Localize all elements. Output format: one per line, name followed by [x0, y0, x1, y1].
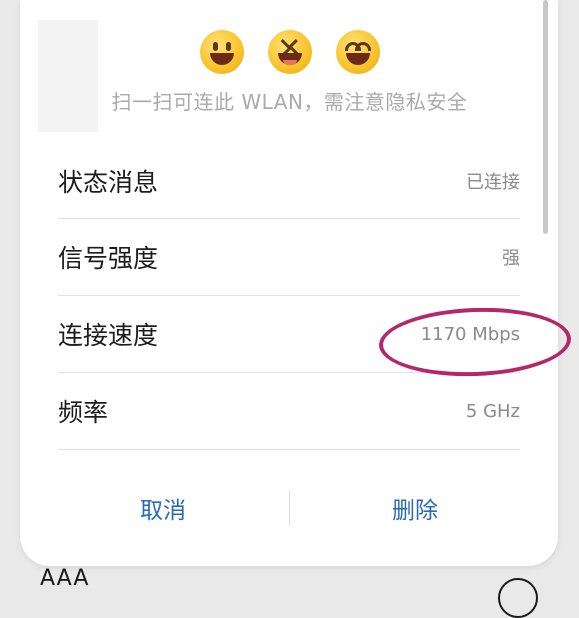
cancel-button[interactable]: 取消 [40, 486, 286, 530]
background-radio-icon [498, 578, 538, 618]
detail-label: 连接速度 [58, 321, 159, 350]
smiling-face-icon [336, 30, 380, 74]
detail-label: 状态消息 [58, 168, 159, 197]
grinning-face-icon [200, 30, 244, 74]
delete-button[interactable]: 删除 [292, 486, 538, 530]
detail-value: 已连接 [466, 172, 520, 193]
detail-value: 强 [502, 248, 520, 269]
emoji-row [200, 30, 380, 78]
divider [58, 449, 520, 450]
detail-row-frequency: 频率 5 GHz [58, 373, 520, 449]
privacy-notice: 扫一扫可连此 WLAN，需注意隐私安全 [111, 90, 468, 114]
button-separator [289, 490, 290, 526]
qr-code-placeholder [38, 20, 98, 132]
scrollbar[interactable] [543, 0, 548, 234]
detail-label: 频率 [58, 398, 109, 427]
detail-row-signal: 信号强度 强 [58, 219, 520, 295]
detail-row-status: 状态消息 已连接 [58, 143, 520, 219]
detail-value: 5 GHz [465, 400, 520, 422]
background-list-item-title: AAA [40, 566, 90, 591]
squinting-laughing-face-icon [268, 30, 312, 74]
detail-label: 信号强度 [58, 244, 159, 273]
